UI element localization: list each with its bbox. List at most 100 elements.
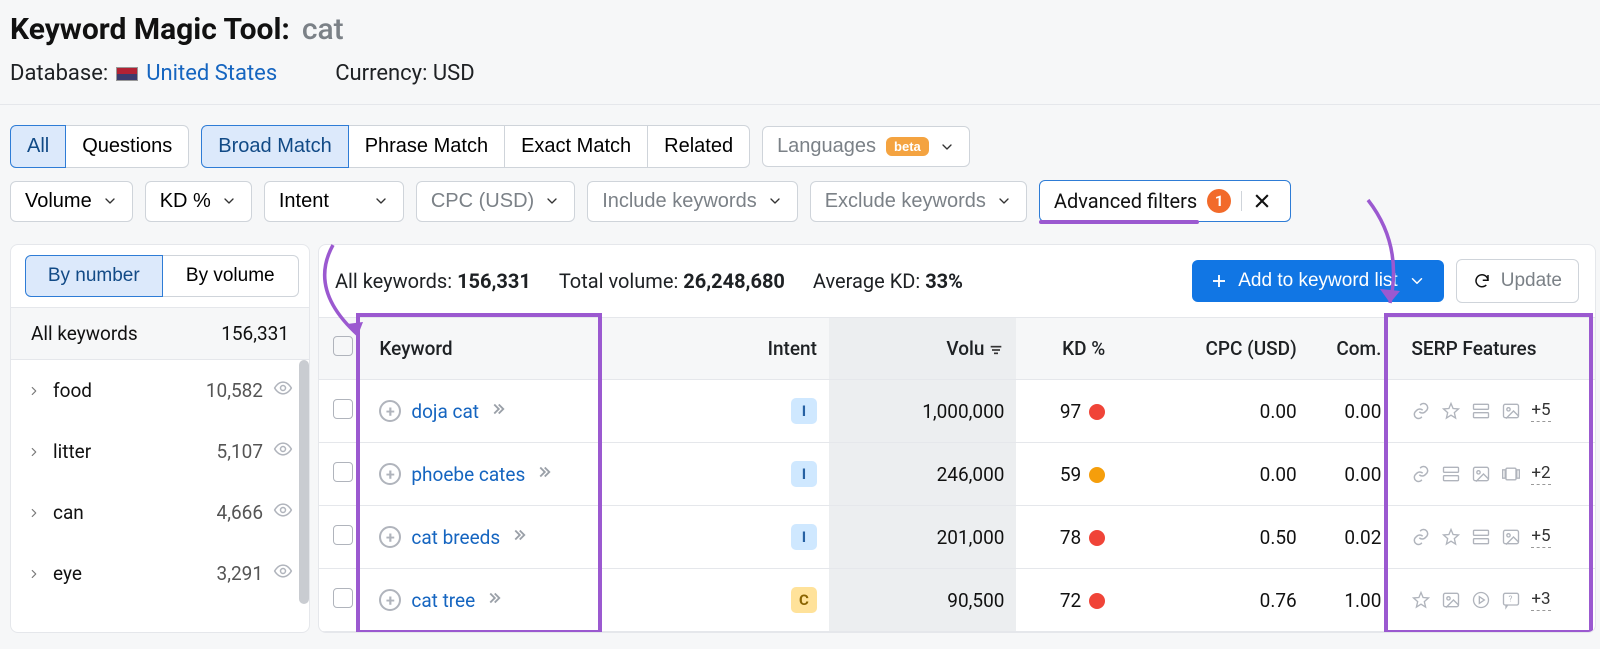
match-type-group: Broad Match Phrase Match Exact Match Rel…	[201, 125, 750, 168]
eye-icon[interactable]	[273, 500, 293, 525]
col-cpc[interactable]: CPC (USD)	[1117, 318, 1309, 380]
serp-more-count[interactable]: +2	[1531, 463, 1550, 485]
chevron-down-icon	[767, 193, 783, 209]
tab-questions[interactable]: Questions	[66, 125, 189, 168]
sidebar-item-count: 3,291	[217, 562, 263, 585]
sidebar-sort-by-volume[interactable]: By volume	[163, 255, 300, 297]
select-all-checkbox[interactable]	[333, 336, 353, 356]
kd-cell: 97	[1016, 380, 1117, 443]
volume-cell: 90,500	[829, 569, 1016, 632]
filter-include-keywords[interactable]: Include keywords	[587, 181, 798, 222]
serp-features-cell[interactable]: +5	[1411, 526, 1583, 548]
serp-features-cell[interactable]: +5	[1411, 400, 1583, 422]
serp-more-count[interactable]: +3	[1531, 589, 1550, 611]
volume-cell: 201,000	[829, 506, 1016, 569]
serp-features-cell[interactable]: +3	[1411, 589, 1583, 611]
eye-icon[interactable]	[273, 439, 293, 464]
serp-more-count[interactable]: +5	[1531, 400, 1550, 422]
open-keyword-icon[interactable]	[535, 463, 553, 486]
image-icon	[1441, 590, 1461, 610]
tab-related[interactable]: Related	[648, 125, 750, 168]
chevron-down-icon	[221, 193, 237, 209]
row-checkbox[interactable]	[333, 462, 353, 482]
kd-dot-icon	[1089, 530, 1105, 546]
list-icon	[1471, 527, 1491, 547]
filter-advanced[interactable]: Advanced filters 1	[1039, 180, 1291, 222]
filter-kd-label: KD %	[160, 190, 211, 213]
chevron-right-icon	[27, 506, 41, 520]
link-icon	[1411, 527, 1431, 547]
open-keyword-icon[interactable]	[510, 526, 528, 549]
serp-features-cell[interactable]: +2	[1411, 463, 1583, 485]
open-keyword-icon[interactable]	[485, 589, 503, 612]
filter-exclude-keywords[interactable]: Exclude keywords	[810, 181, 1027, 222]
chevron-down-icon	[939, 139, 955, 155]
col-volume[interactable]: Volu	[829, 318, 1016, 380]
serp-more-count[interactable]: +5	[1531, 526, 1550, 548]
stat-avg-kd-label: Average KD:	[813, 269, 920, 293]
database-selector[interactable]: Database: United States	[10, 61, 299, 86]
com-cell: 1.00	[1309, 569, 1394, 632]
sidebar-all-keywords[interactable]: All keywords 156,331	[11, 307, 309, 360]
sidebar-item[interactable]: can 4,666	[11, 482, 309, 543]
keyword-table: Keyword Intent Volu KD % CPC (USD) Com. …	[319, 318, 1595, 632]
keyword-link[interactable]: cat tree	[411, 589, 475, 612]
com-cell: 0.02	[1309, 506, 1394, 569]
star-icon	[1441, 401, 1461, 421]
col-com[interactable]: Com.	[1309, 318, 1394, 380]
sidebar-item[interactable]: litter 5,107	[11, 421, 309, 482]
languages-dropdown[interactable]: Languages beta	[762, 126, 970, 167]
chevron-down-icon	[281, 65, 299, 83]
flag-us-icon	[116, 67, 138, 81]
filter-volume[interactable]: Volume	[10, 181, 133, 222]
eye-icon[interactable]	[273, 561, 293, 586]
sidebar-scrollbar[interactable]	[299, 360, 309, 604]
tab-phrase-match[interactable]: Phrase Match	[349, 125, 505, 168]
chevron-right-icon	[27, 567, 41, 581]
filter-row-1: All Questions Broad Match Phrase Match E…	[0, 105, 1600, 176]
stat-total-volume-value: 26,248,680	[683, 269, 785, 293]
update-label: Update	[1501, 270, 1562, 292]
tab-broad-match[interactable]: Broad Match	[201, 125, 348, 168]
kd-cell: 59	[1016, 443, 1117, 506]
open-keyword-icon[interactable]	[489, 400, 507, 423]
chevron-down-icon	[373, 193, 389, 209]
filter-intent-label: Intent	[279, 190, 329, 213]
tab-exact-match[interactable]: Exact Match	[505, 125, 648, 168]
filter-advanced-clear[interactable]	[1241, 191, 1278, 211]
expand-keyword-button[interactable]: +	[379, 400, 401, 422]
row-checkbox[interactable]	[333, 525, 353, 545]
filter-intent[interactable]: Intent	[264, 181, 404, 222]
add-to-keyword-list-button[interactable]: Add to keyword list	[1192, 260, 1443, 302]
expand-keyword-button[interactable]: +	[379, 526, 401, 548]
sidebar-item[interactable]: eye 3,291	[11, 543, 309, 604]
sidebar-item-count: 4,666	[217, 501, 263, 524]
image-icon	[1471, 464, 1491, 484]
col-kd[interactable]: KD %	[1016, 318, 1117, 380]
sidebar-item[interactable]: food 10,582	[11, 360, 309, 421]
row-checkbox[interactable]	[333, 399, 353, 419]
volume-cell: 246,000	[829, 443, 1016, 506]
filter-row-2: Volume KD % Intent CPC (USD) Include key…	[0, 176, 1600, 244]
carousel-icon	[1501, 464, 1521, 484]
intent-badge: I	[791, 461, 817, 487]
col-serp-features[interactable]: SERP Features	[1393, 318, 1595, 380]
filter-kd[interactable]: KD %	[145, 181, 252, 222]
col-keyword[interactable]: Keyword	[367, 318, 710, 380]
kd-cell: 78	[1016, 506, 1117, 569]
sidebar-sort-by-number[interactable]: By number	[25, 255, 163, 297]
keyword-link[interactable]: phoebe cates	[411, 463, 525, 486]
cpc-cell: 0.50	[1117, 506, 1309, 569]
stat-avg-kd-value: 33%	[925, 269, 963, 293]
expand-keyword-button[interactable]: +	[379, 463, 401, 485]
row-checkbox[interactable]	[333, 588, 353, 608]
filter-include-label: Include keywords	[602, 190, 757, 213]
filter-cpc[interactable]: CPC (USD)	[416, 181, 575, 222]
keyword-link[interactable]: cat breeds	[411, 526, 500, 549]
col-intent[interactable]: Intent	[710, 318, 829, 380]
tab-all[interactable]: All	[10, 125, 66, 168]
keyword-link[interactable]: doja cat	[411, 400, 479, 423]
expand-keyword-button[interactable]: +	[379, 589, 401, 611]
update-button[interactable]: Update	[1456, 259, 1579, 303]
eye-icon[interactable]	[273, 378, 293, 403]
